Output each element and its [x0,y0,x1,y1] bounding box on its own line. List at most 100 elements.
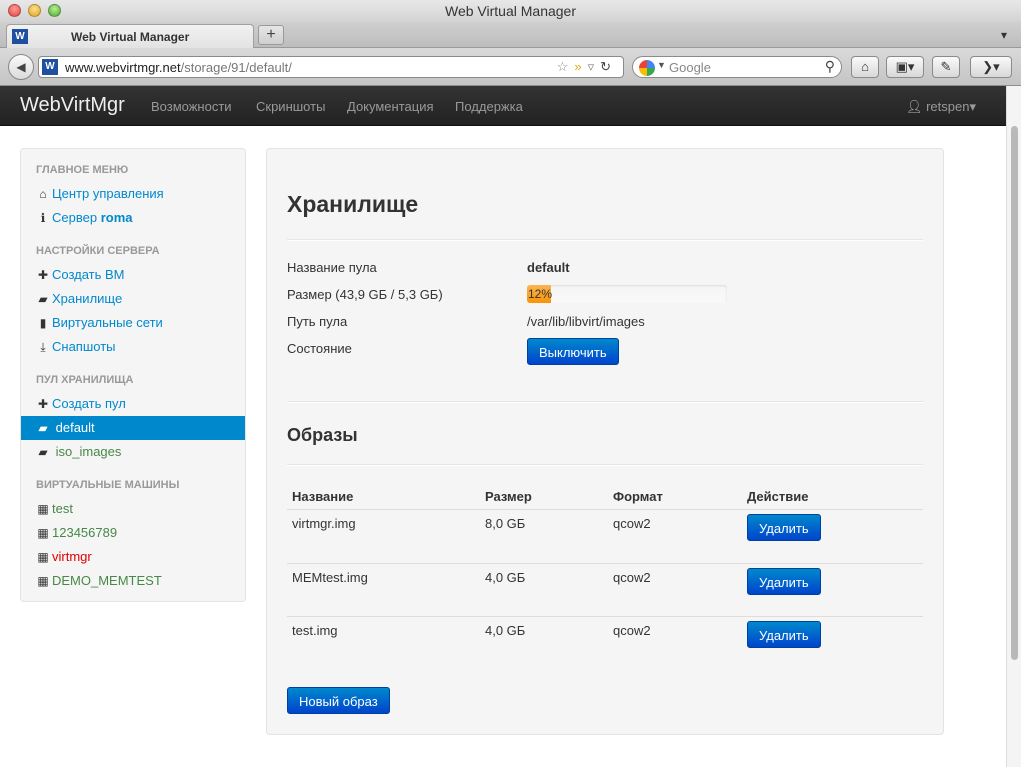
sidebar-item-vm-virtmgr[interactable]: ▦ virtmgr [21,545,245,569]
images-title: Образы [287,425,358,445]
bookmark-star-icon[interactable]: ☆ [557,59,575,74]
row-divider [287,509,923,510]
row-divider [287,616,923,617]
evernote-button[interactable]: ✎ [932,56,960,78]
sidebar: ГЛАВНОЕ МЕНЮ ⌂ Центр управления ℹ Сервер r… [20,148,246,602]
sidebar-item-storage[interactable]: ▰ Хранилище [21,287,245,311]
sidebar-item-dashboard[interactable]: ⌂ Центр управления [21,182,245,206]
image-size: 4,0 GБ [485,623,526,638]
bookmarks-button[interactable]: ▣▾ [886,56,924,78]
rss-icon[interactable]: » [574,59,587,74]
image-name: MEMtest.img [292,570,368,585]
pool-usage-progress: 12% [527,285,727,303]
page-title: Хранилище [287,191,419,217]
grid-icon: ▦ [37,574,49,588]
divider [287,239,923,241]
pool-usage-fill: 12% [527,285,553,303]
nav-link-support[interactable]: Поддержка [455,99,523,114]
sidebar-item-pool-default[interactable]: ▰ default [21,416,245,440]
evernote-icon: ✎ [940,59,952,74]
pool-path-label: Путь пула [287,314,348,329]
chevron-down-icon[interactable]: ▾ [994,25,1014,45]
new-tab-button[interactable]: + [258,25,284,45]
sidebar-item-create-pool[interactable]: ✚ Создать пул [21,392,245,416]
grid-icon: ▦ [37,502,49,516]
vertical-scrollbar[interactable] [1006,86,1021,767]
home-button[interactable]: ⌂ [851,56,879,78]
grid-icon: ▦ [37,550,49,564]
pool-name-label: Название пула [287,260,377,275]
more-tools-button[interactable]: ❯▾ [970,56,1012,78]
divider [287,464,923,466]
url-host: www.webvirtmgr.net [65,60,181,75]
bookmark-icon: ▣▾ [895,59,915,74]
google-icon [639,60,655,76]
folder-open-icon: ▰ [38,421,48,435]
nav-link-docs[interactable]: Документация [347,99,434,114]
new-image-button[interactable]: Новый образ [287,687,390,714]
sidebar-item-vm-demo-memtest[interactable]: ▦ DEMO_MEMTEST [21,569,245,593]
row-divider [287,563,923,564]
col-header-format: Формат [613,489,663,504]
favicon-icon: W [12,29,28,44]
sidebar-item-create-vm[interactable]: ✚ Создать ВМ [21,263,245,287]
back-button[interactable]: ◀ [8,54,34,80]
sidebar-item-pool-iso-images[interactable]: ▰ iso_images [21,440,245,464]
chevron-down-icon[interactable]: ▼ [657,60,666,70]
sidebar-header-pool: ПУЛ ХРАНИЛИЩА [36,374,134,386]
delete-image-button[interactable]: Удалить [747,621,821,648]
dropdown-arrow-icon[interactable]: ▿ [588,59,601,74]
sidebar-header-server: НАСТРОЙКИ СЕРВЕРА [36,245,160,257]
image-format: qcow2 [613,570,651,585]
sidebar-item-vm-test[interactable]: ▦ test [21,497,245,521]
user-menu[interactable]: 👤︎ retspen▾ [906,99,976,115]
home-icon: ⌂ [861,59,869,74]
search-input[interactable]: Google [669,60,711,75]
storage-panel: Хранилище Название пула default Размер (… [266,148,944,735]
grid-icon: ▦ [37,526,49,540]
url-text[interactable]: www.webvirtmgr.net/storage/91/default/ [65,60,292,75]
delete-image-button[interactable]: Удалить [747,514,821,541]
folder-icon: ▰ [38,445,48,459]
sidebar-header-vms: ВИРТУАЛЬНЫЕ МАШИНЫ [36,479,180,491]
col-header-size: Размер [485,489,532,504]
browser-tab[interactable]: W Web Virtual Manager [6,24,254,48]
search-bar[interactable]: ▼ Google ⚲ [632,56,842,78]
minimize-window-button[interactable] [28,4,41,17]
sidebar-item-vm-123456789[interactable]: ▦ 123456789 [21,521,245,545]
scrollbar-thumb[interactable] [1011,126,1018,660]
close-window-button[interactable] [8,4,21,17]
divider [287,401,923,403]
search-icon[interactable]: ⚲ [825,58,835,75]
brand-logo[interactable]: WebVirtMgr [20,94,125,117]
sidebar-item-snapshots[interactable]: ⤓ Снапшоты [21,335,245,359]
pool-path-value: /var/lib/libvirt/images [527,314,645,329]
url-actions: ☆»▿↻ [557,59,617,75]
image-format: qcow2 [613,623,651,638]
home-icon: ⌂ [39,187,47,201]
image-size: 4,0 GБ [485,570,526,585]
address-bar[interactable]: W www.webvirtmgr.net/storage/91/default/… [38,56,624,78]
sidebar-item-server[interactable]: ℹ Сервер roma [21,206,245,230]
col-header-name: Название [292,489,354,504]
pool-name-value: default [527,260,570,275]
image-size: 8,0 GБ [485,516,526,531]
stop-pool-button[interactable]: Выключить [527,338,619,365]
pool-state-label: Состояние [287,341,352,356]
nav-link-features[interactable]: Возможности [151,99,232,114]
download-icon: ⤓ [40,340,46,354]
tab-title: Web Virtual Manager [71,30,190,44]
top-navbar: WebVirtMgr Возможности Скриншоты Докумен… [0,86,1006,126]
zoom-window-button[interactable] [48,4,61,17]
col-header-action: Действие [747,489,809,504]
url-path: /storage/91/default/ [180,60,292,75]
image-name: test.img [292,623,338,638]
delete-image-button[interactable]: Удалить [747,568,821,595]
reload-icon[interactable]: ↻ [600,59,617,74]
sidebar-item-networks[interactable]: ▮ Виртуальные сети [21,311,245,335]
tab-bar: W Web Virtual Manager + ▾ [0,22,1021,48]
caret-down-icon: ▾ [969,99,976,114]
window-titlebar: Web Virtual Manager [0,0,1021,22]
server-name: roma [100,210,133,225]
nav-link-screenshots[interactable]: Скриншоты [256,99,325,114]
